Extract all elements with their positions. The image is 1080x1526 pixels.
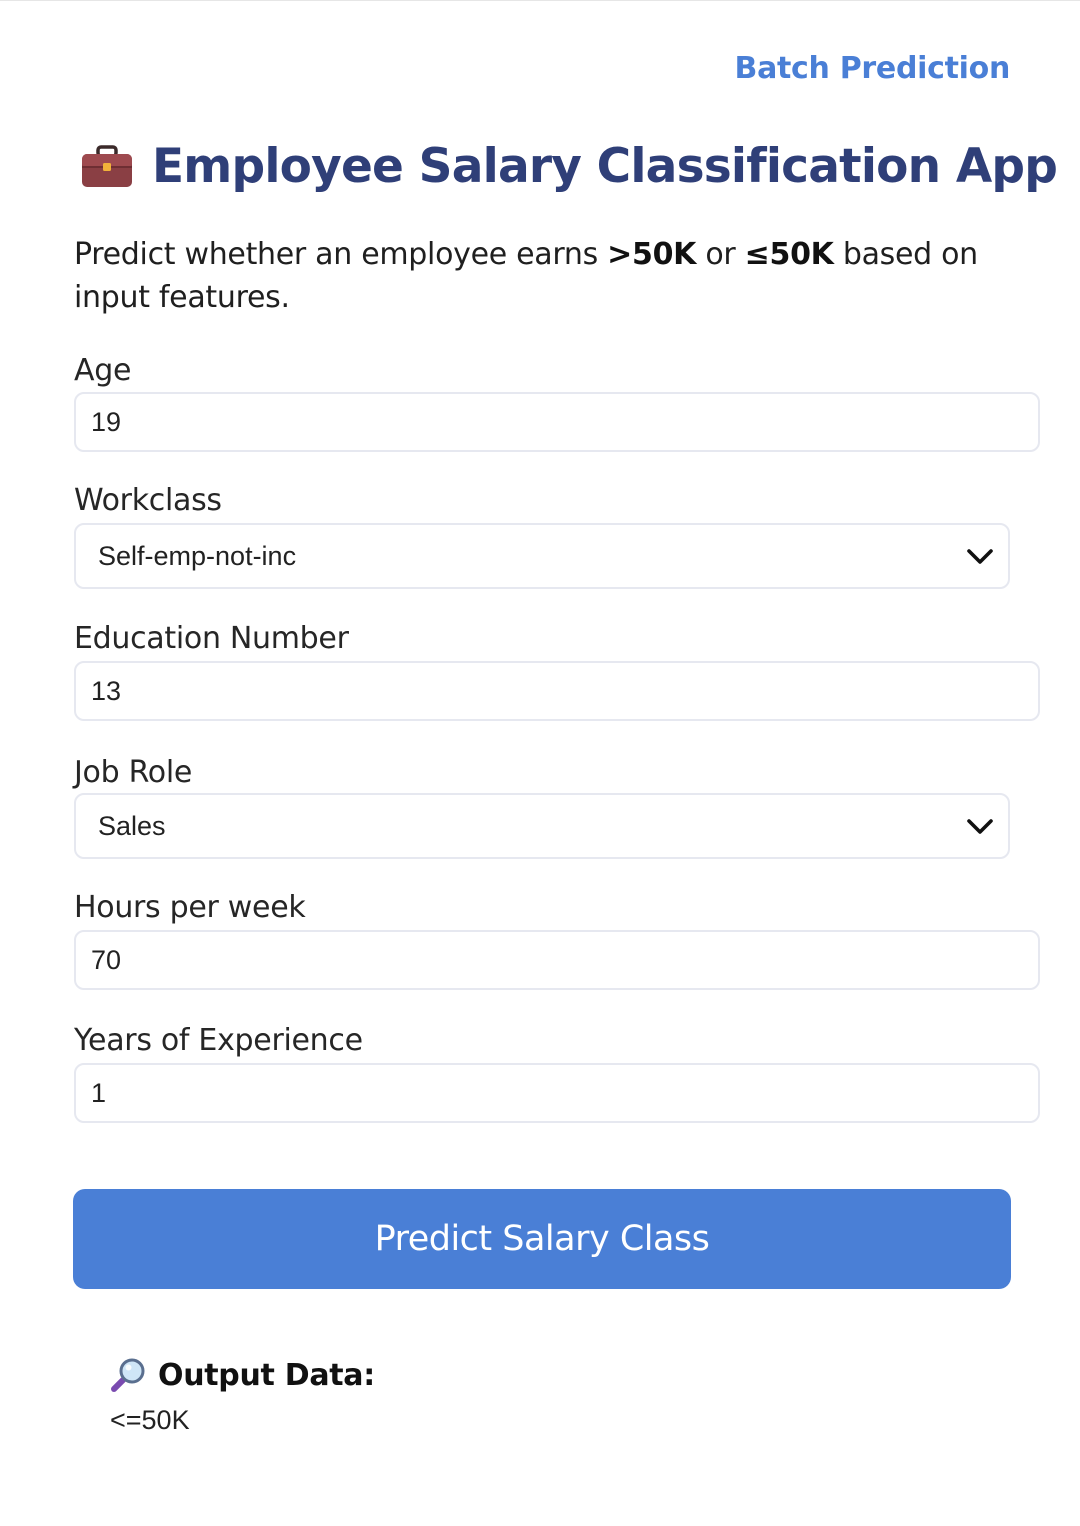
threshold-below: ≤50K: [744, 237, 834, 272]
education-number-input[interactable]: 13: [74, 661, 1040, 721]
hours-per-week-input[interactable]: 70: [74, 930, 1040, 990]
job-role-select[interactable]: Sales: [74, 793, 1010, 859]
age-input[interactable]: 19: [74, 392, 1040, 452]
experience-label: Years of Experience: [74, 1023, 363, 1058]
page: Batch Prediction Employee Salary Classif…: [0, 0, 1080, 1526]
page-description: Predict whether an employee earns >50K o…: [74, 237, 978, 315]
output-title: Output Data:: [158, 1357, 375, 1393]
title-row: Employee Salary Classification App: [80, 139, 1058, 194]
magnifying-glass-icon: [111, 1358, 145, 1392]
batch-prediction-link[interactable]: Batch Prediction: [735, 51, 1011, 86]
age-label: Age: [74, 353, 132, 388]
page-title: Employee Salary Classification App: [152, 139, 1058, 194]
education-number-label: Education Number: [74, 621, 349, 656]
prediction-result: <=50K: [110, 1405, 190, 1435]
output-header: Output Data:: [110, 1357, 375, 1393]
briefcase-icon: [82, 144, 132, 187]
workclass-select[interactable]: Self-emp-not-inc: [74, 523, 1010, 589]
job-role-label: Job Role: [74, 755, 193, 790]
workclass-label: Workclass: [74, 483, 222, 518]
chevron-down-icon: [967, 549, 993, 564]
job-role-selected-value: Sales: [98, 811, 166, 841]
chevron-down-icon: [967, 819, 993, 834]
predict-salary-class-button[interactable]: Predict Salary Class: [73, 1189, 1011, 1289]
experience-input[interactable]: 1: [74, 1063, 1040, 1123]
threshold-above: >50K: [607, 237, 697, 272]
hours-per-week-label: Hours per week: [74, 890, 306, 925]
workclass-selected-value: Self-emp-not-inc: [98, 541, 297, 571]
